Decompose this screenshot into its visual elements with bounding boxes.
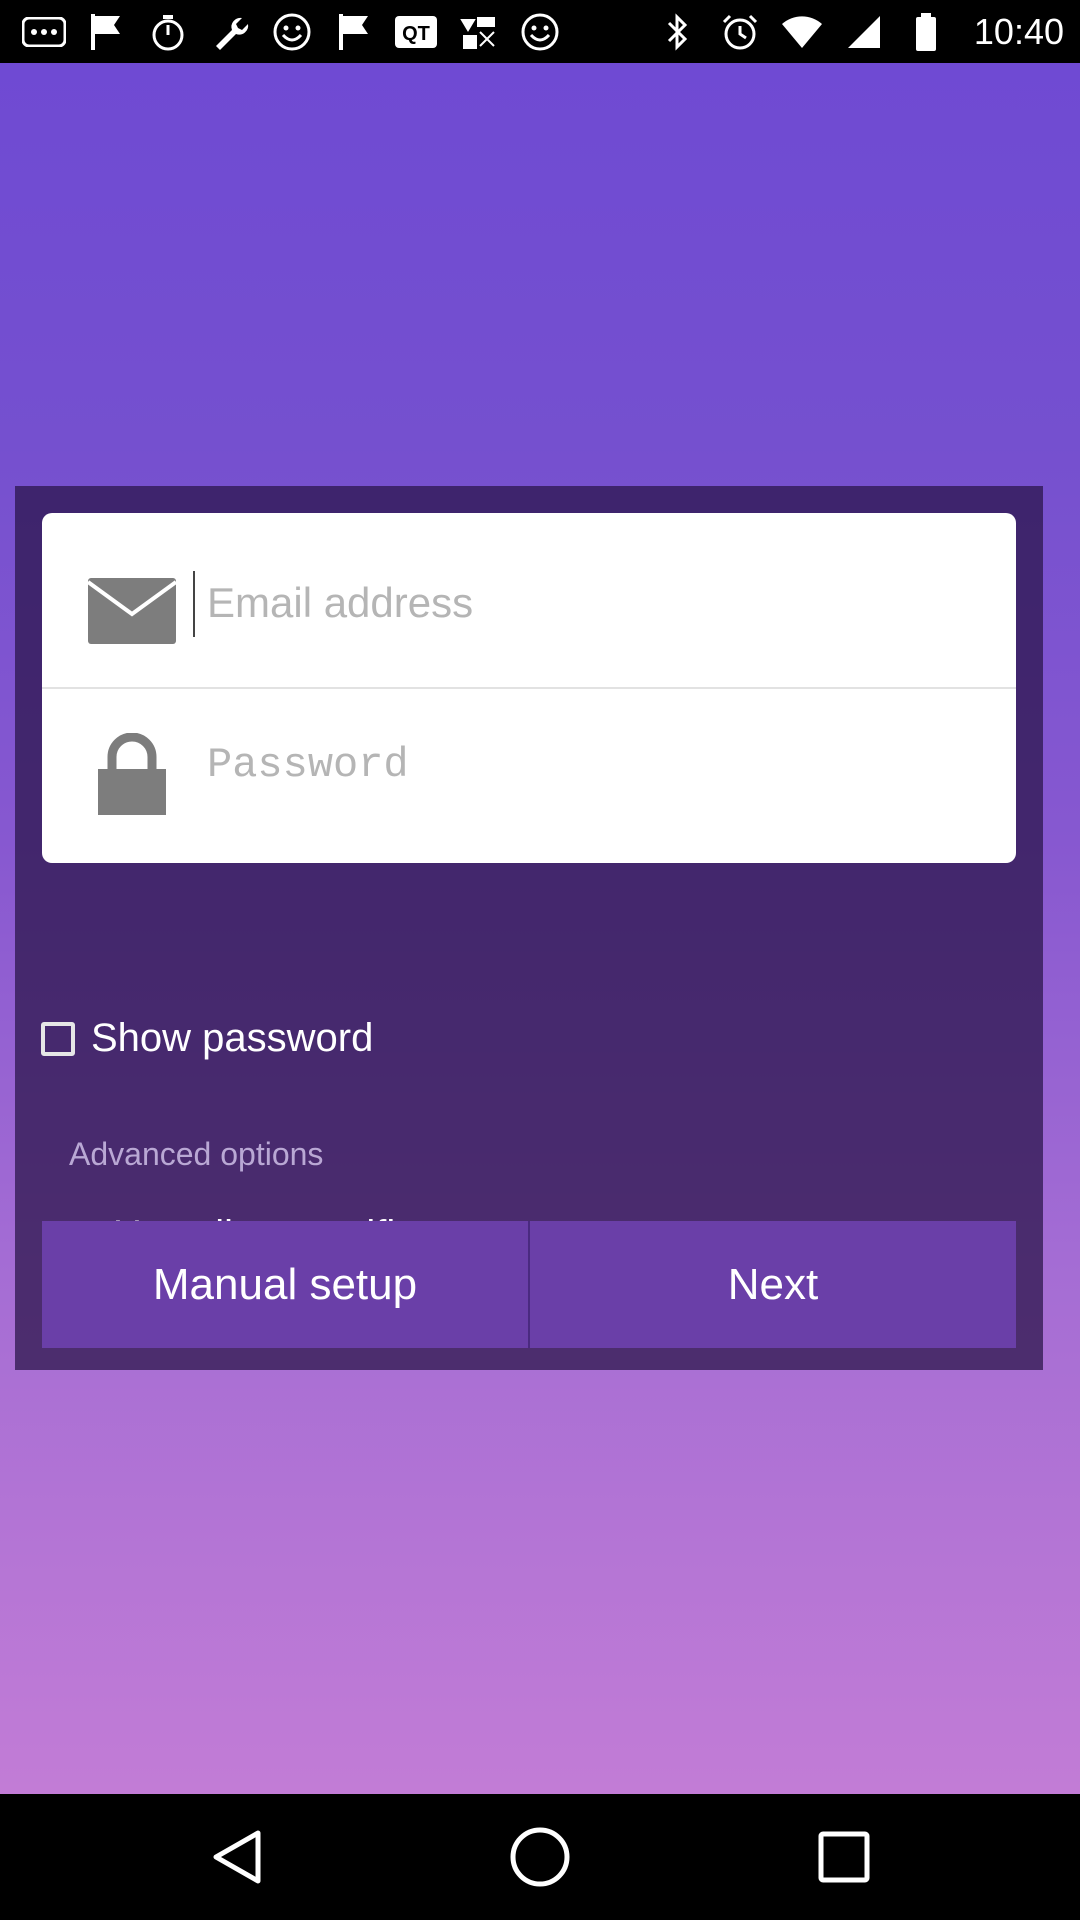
flag-icon: [330, 8, 378, 56]
signal-icon: [840, 8, 888, 56]
battery-icon: [902, 8, 950, 56]
more-icon: [20, 8, 68, 56]
bluetooth-icon: [654, 8, 702, 56]
credentials-form: [42, 513, 1016, 863]
checkbox-box[interactable]: [41, 1021, 75, 1056]
password-field[interactable]: [42, 689, 1016, 863]
login-screen: Show password Advanced options Use clien…: [0, 63, 1080, 1794]
clock-time: 10:40: [973, 11, 1064, 52]
wifi-icon: [778, 8, 826, 56]
alarm-icon: [716, 8, 764, 56]
navigation-bar: [0, 1794, 1080, 1920]
wrench-icon: [206, 8, 254, 56]
status-bar: QT 10:40: [0, 0, 1080, 63]
flag-icon: [82, 8, 130, 56]
action-buttons: Manual setup Next: [42, 1221, 1016, 1348]
show-password-checkbox[interactable]: Show password: [41, 1016, 373, 1061]
app-icon: [454, 8, 502, 56]
timer-icon: [144, 8, 192, 56]
password-input[interactable]: [207, 715, 987, 815]
manual-setup-button[interactable]: Manual setup: [42, 1221, 530, 1348]
smiley-icon: [268, 8, 316, 56]
smiley-icon: [516, 8, 564, 56]
show-password-label: Show password: [91, 1016, 374, 1060]
home-icon[interactable]: [506, 1823, 574, 1891]
next-button[interactable]: Next: [530, 1221, 1016, 1348]
back-icon[interactable]: [202, 1823, 270, 1891]
qt-app-icon: QT: [392, 8, 440, 56]
envelope-icon: [86, 565, 178, 657]
email-input[interactable]: [207, 553, 987, 653]
status-bar-system: 10:40: [654, 8, 1064, 56]
login-card: Show password Advanced options Use clien…: [15, 486, 1043, 1370]
email-field[interactable]: [42, 513, 1016, 689]
text-cursor: [193, 571, 195, 637]
recents-icon[interactable]: [810, 1823, 878, 1891]
advanced-options-header: Advanced options: [69, 1136, 324, 1172]
svg-text:QT: QT: [402, 23, 430, 45]
status-bar-notifications: QT: [20, 8, 578, 56]
lock-icon: [86, 729, 178, 821]
